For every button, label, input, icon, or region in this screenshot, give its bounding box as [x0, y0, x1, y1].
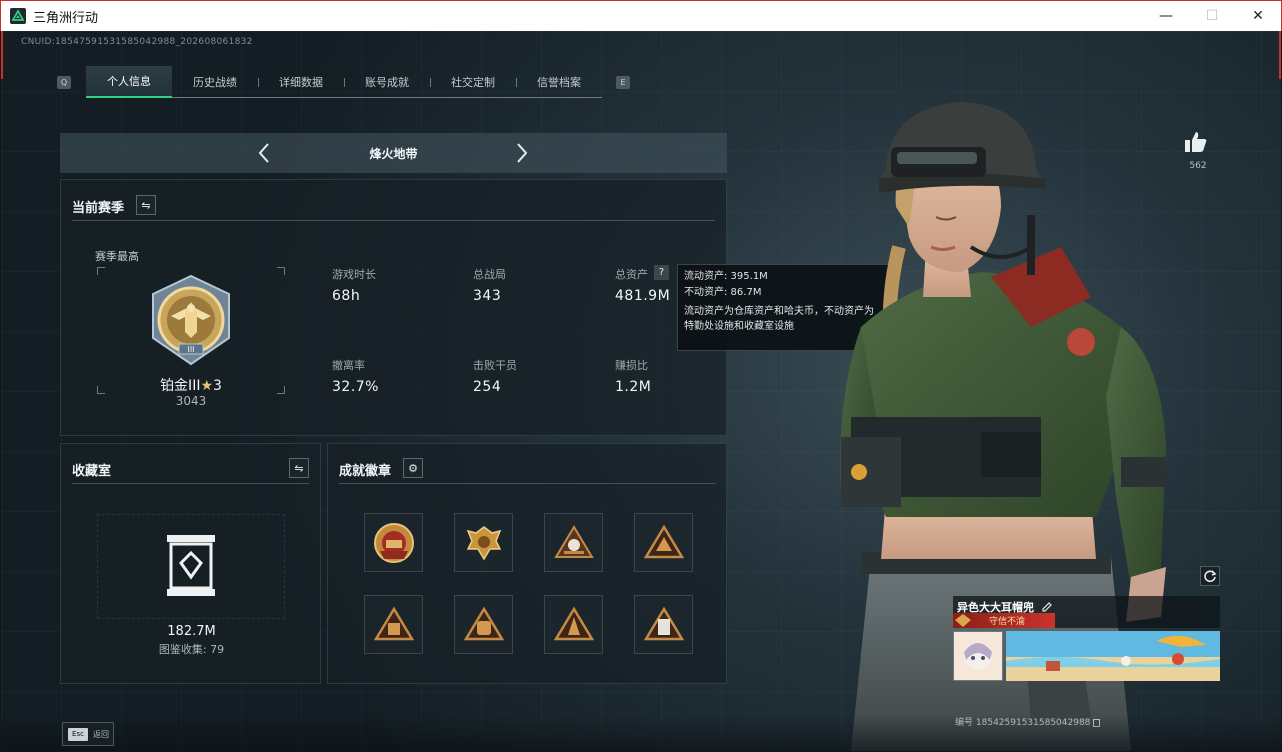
- stat-label-kills: 击败干员: [473, 359, 517, 372]
- mode-label: 烽火地带: [369, 146, 418, 161]
- achievement-badge[interactable]: [454, 513, 513, 572]
- stat-value-kills: 254: [473, 379, 502, 395]
- rank-score: 3043: [175, 394, 207, 408]
- stat-label-extract-rate: 撤离率: [332, 359, 365, 372]
- frame-corner: [97, 386, 105, 394]
- collection-count: 图鉴收集: 79: [158, 643, 225, 656]
- divider: [72, 220, 715, 221]
- stat-label-playtime: 游戏时长: [332, 268, 376, 281]
- profile-tab-bar: Q 个人信息 历史战绩 详细数据 账号成就 社交定制 信誉档案 E: [57, 66, 630, 98]
- divider: [72, 483, 309, 484]
- stat-label-matches: 总战局: [473, 268, 506, 281]
- back-label: 返回: [93, 729, 109, 739]
- achievement-badge[interactable]: [634, 513, 693, 572]
- tab-detailed-data[interactable]: 详细数据: [258, 66, 344, 98]
- achievement-badge[interactable]: [544, 513, 603, 572]
- player-card: 异色大大耳帽兜 守信不渝 编号 18542591531585042988: [953, 596, 1220, 728]
- bottom-bar: [1, 715, 1281, 751]
- profile-banner[interactable]: [1006, 631, 1220, 681]
- achievement-badge[interactable]: [634, 595, 693, 654]
- tab-match-history[interactable]: 历史战绩: [172, 66, 258, 98]
- rank-emblem-icon: III: [143, 272, 239, 368]
- frame-corner: [277, 386, 285, 394]
- player-title-badge: 守信不渝: [953, 613, 1055, 628]
- rank-name-line: 铂金III★3: [151, 375, 231, 395]
- stat-value-profit-ratio: 1.2M: [615, 379, 652, 395]
- season-title: 当前赛季: [72, 201, 125, 216]
- tab-social[interactable]: 社交定制: [430, 66, 516, 98]
- collection-room-icon[interactable]: [163, 533, 219, 603]
- avatar[interactable]: [953, 631, 1003, 681]
- rank-name: 铂金III: [160, 378, 201, 394]
- frame-corner: [277, 267, 285, 275]
- stat-label-assets: 总资产: [615, 268, 648, 281]
- like-count: 562: [1189, 161, 1207, 171]
- swap-icon[interactable]: ⇋: [136, 195, 156, 215]
- tab-next-key[interactable]: E: [616, 75, 630, 89]
- achievements-title: 成就徽章: [339, 464, 392, 479]
- stat-label-profit-ratio: 赚损比: [615, 359, 648, 372]
- esc-key: Esc: [68, 727, 88, 741]
- season-panel: 当前赛季 ⇋ 赛季最高 III 铂金III★3 3043 游戏时长 68h 总战…: [60, 179, 727, 436]
- svg-text:III: III: [187, 345, 194, 354]
- stat-value-extract-rate: 32.7%: [332, 379, 379, 395]
- collection-value: 182.7M: [167, 624, 216, 639]
- gear-icon[interactable]: ⚙: [403, 458, 423, 478]
- tab-achievements[interactable]: 账号成就: [344, 66, 430, 98]
- window-edge: [1279, 31, 1281, 79]
- chevron-left-icon[interactable]: [254, 142, 274, 164]
- collection-title: 收藏室: [72, 464, 112, 479]
- mode-selector: 烽火地带: [60, 133, 727, 173]
- refresh-icon[interactable]: [1200, 566, 1220, 586]
- divider: [339, 483, 716, 484]
- collection-panel: 收藏室 ⇋ 182.7M 图鉴收集: 79: [60, 443, 321, 684]
- back-button[interactable]: Esc 返回: [62, 722, 114, 746]
- achievement-badge[interactable]: [544, 595, 603, 654]
- cnuid-label: CNUID:18547591531585042988_202608061832: [21, 37, 253, 47]
- player-title: 守信不渝: [989, 617, 1026, 627]
- game-viewport: CNUID:18547591531585042988_202608061832 …: [1, 31, 1281, 751]
- tab-prev-key[interactable]: Q: [57, 75, 71, 89]
- stat-value-matches: 343: [473, 288, 502, 304]
- maximize-button[interactable]: ☐: [1189, 1, 1235, 32]
- app-logo-icon: [10, 8, 26, 24]
- stat-value-playtime: 68h: [332, 288, 361, 304]
- close-button[interactable]: ✕: [1235, 1, 1281, 32]
- minimize-button[interactable]: —: [1143, 1, 1189, 32]
- achievement-badge[interactable]: [454, 595, 513, 654]
- stat-value-assets: 481.9M: [615, 288, 671, 304]
- window-title: 三角洲行动: [33, 10, 99, 26]
- achievements-panel: 成就徽章 ⚙: [327, 443, 727, 684]
- season-best-label: 赛季最高: [95, 250, 139, 263]
- tab-credit[interactable]: 信誉档案: [516, 66, 602, 98]
- tab-personal-info[interactable]: 个人信息: [86, 66, 172, 98]
- window-edge: [1, 31, 3, 79]
- achievement-badge[interactable]: [364, 595, 423, 654]
- chevron-right-icon[interactable]: [512, 142, 532, 164]
- help-icon[interactable]: ?: [654, 265, 669, 280]
- rank-stars: 3: [213, 378, 222, 394]
- swap-icon[interactable]: ⇋: [289, 458, 309, 478]
- star-icon: ★: [200, 378, 214, 394]
- achievement-badge[interactable]: [364, 513, 423, 572]
- thumbs-up-icon[interactable]: [1184, 131, 1208, 157]
- window-titlebar: 三角洲行动 — ☐ ✕: [0, 0, 1282, 31]
- frame-corner: [97, 267, 105, 275]
